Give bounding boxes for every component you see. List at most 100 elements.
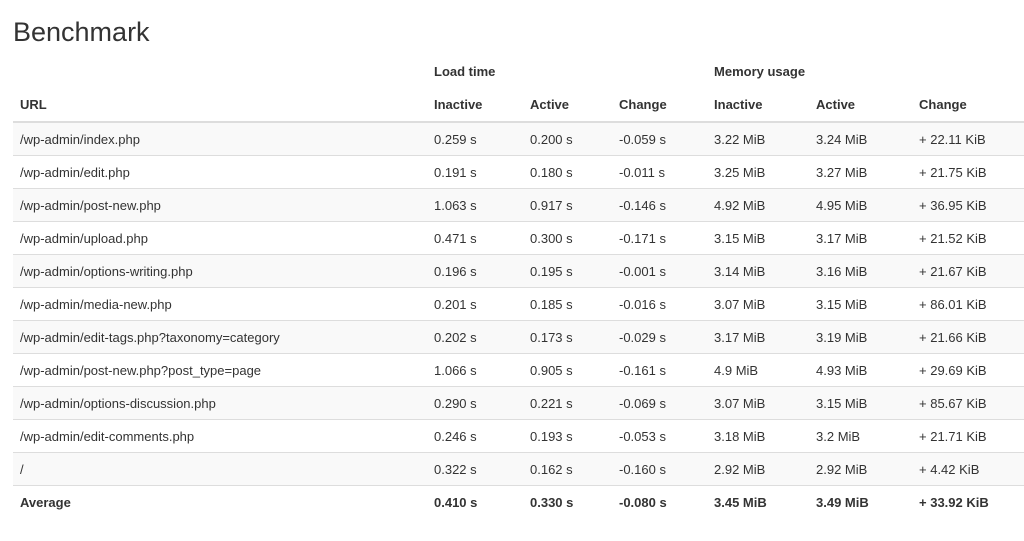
cell-mem-change: + 4.42 KiB xyxy=(912,452,1024,486)
cell-load-inactive: 0.290 s xyxy=(427,386,523,420)
cell-load-change: -0.001 s xyxy=(612,254,708,288)
cell-load-change: -0.053 s xyxy=(612,419,708,453)
cell-mem-change: + 29.69 KiB xyxy=(912,353,1024,387)
cell-mem-active: 3.17 MiB xyxy=(809,221,913,255)
cell-load-active: 0.162 s xyxy=(523,452,612,486)
cell-load-active: 0.195 s xyxy=(523,254,612,288)
cell-mem-active: 3.19 MiB xyxy=(809,320,913,354)
cell-mem-change: + 36.95 KiB xyxy=(912,188,1024,222)
cell-mem-inactive: 3.25 MiB xyxy=(707,155,810,189)
cell-load-active: 0.221 s xyxy=(523,386,612,420)
group-header-row: Load time Memory usage xyxy=(13,55,1024,88)
cell-mem-active: 3.15 MiB xyxy=(809,287,913,321)
cell-load-change: -0.171 s xyxy=(612,221,708,255)
cell-url: /wp-admin/edit-tags.php?taxonomy=categor… xyxy=(13,320,427,354)
cell-url: /wp-admin/index.php xyxy=(13,121,427,156)
average-row: Average 0.410 s 0.330 s -0.080 s 3.45 MiB 3.4… xyxy=(13,485,1024,518)
cell-load-change: -0.016 s xyxy=(612,287,708,321)
cell-mem-change: + 21.66 KiB xyxy=(912,320,1024,354)
cell-url: /wp-admin/post-new.php xyxy=(13,188,427,222)
cell-mem-change: + 22.11 KiB xyxy=(912,121,1024,156)
average-cell-url: Average xyxy=(13,485,427,518)
column-header-row: URL Inactive Active Change Inactive Acti… xyxy=(13,88,1024,123)
cell-mem-active: 3.24 MiB xyxy=(809,121,913,156)
cell-load-inactive: 0.196 s xyxy=(427,254,523,288)
group-header-load-time: Load time xyxy=(434,64,496,79)
cell-mem-active: 3.15 MiB xyxy=(809,386,913,420)
cell-mem-inactive: 3.07 MiB xyxy=(707,386,810,420)
cell-url: /wp-admin/upload.php xyxy=(13,221,427,255)
average-cell-mem-inactive: 3.45 MiB xyxy=(707,485,810,518)
benchmark-table: Load time Memory usage URL Inactive Acti… xyxy=(13,55,1024,518)
cell-load-active: 0.180 s xyxy=(523,155,612,189)
cell-url: /wp-admin/edit-comments.php xyxy=(13,419,427,453)
cell-load-active: 0.193 s xyxy=(523,419,612,453)
cell-load-active: 0.917 s xyxy=(523,188,612,222)
cell-load-change: -0.011 s xyxy=(612,155,708,189)
cell-load-active: 0.905 s xyxy=(523,353,612,387)
cell-load-change: -0.029 s xyxy=(612,320,708,354)
cell-mem-inactive: 3.07 MiB xyxy=(707,287,810,321)
cell-load-active: 0.300 s xyxy=(523,221,612,255)
cell-mem-inactive: 4.92 MiB xyxy=(707,188,810,222)
group-header-memory-usage: Memory usage xyxy=(714,64,806,79)
cell-load-inactive: 0.191 s xyxy=(427,155,523,189)
page-title: Benchmark xyxy=(13,17,150,47)
cell-mem-active: 4.95 MiB xyxy=(809,188,913,222)
table-row: /wp-admin/edit-tags.php?taxonomy=categor… xyxy=(13,320,1024,354)
cell-mem-active: 4.93 MiB xyxy=(809,353,913,387)
table-row: /wp-admin/post-new.php 1.063 s 0.917 s -0.1… xyxy=(13,188,1024,222)
cell-load-change: -0.160 s xyxy=(612,452,708,486)
cell-load-inactive: 0.471 s xyxy=(427,221,523,255)
cell-mem-inactive: 3.22 MiB xyxy=(707,121,810,156)
table-row: /wp-admin/post-new.php?post_type=page 1.0… xyxy=(13,353,1024,387)
table-row: /wp-admin/index.php 0.259 s 0.200 s -0.059 … xyxy=(13,121,1024,156)
cell-load-inactive: 1.066 s xyxy=(427,353,523,387)
column-header-mem-inactive: Inactive xyxy=(707,88,810,123)
table-row: /wp-admin/media-new.php 0.201 s 0.185 s -0.… xyxy=(13,287,1024,321)
table-row: /wp-admin/upload.php 0.471 s 0.300 s -0.171… xyxy=(13,221,1024,255)
cell-mem-change: + 85.67 KiB xyxy=(912,386,1024,420)
cell-load-change: -0.059 s xyxy=(612,121,708,156)
cell-load-inactive: 0.259 s xyxy=(427,121,523,156)
cell-url: /wp-admin/media-new.php xyxy=(13,287,427,321)
cell-mem-inactive: 3.14 MiB xyxy=(707,254,810,288)
cell-url: /wp-admin/options-discussion.php xyxy=(13,386,427,420)
cell-url: / xyxy=(13,452,427,486)
cell-url: /wp-admin/post-new.php?post_type=page xyxy=(13,353,427,387)
table-row: /wp-admin/options-writing.php 0.196 s 0.19… xyxy=(13,254,1024,288)
cell-load-active: 0.173 s xyxy=(523,320,612,354)
cell-load-change: -0.146 s xyxy=(612,188,708,222)
average-cell-load-active: 0.330 s xyxy=(523,485,612,518)
cell-mem-change: + 21.67 KiB xyxy=(912,254,1024,288)
cell-mem-active: 2.92 MiB xyxy=(809,452,913,486)
cell-load-active: 0.200 s xyxy=(523,121,612,156)
cell-mem-inactive: 3.17 MiB xyxy=(707,320,810,354)
group-header-empty xyxy=(13,55,427,88)
cell-load-inactive: 0.202 s xyxy=(427,320,523,354)
column-header-load-change: Change xyxy=(612,88,708,123)
cell-load-active: 0.185 s xyxy=(523,287,612,321)
table-row: /wp-admin/edit-comments.php 0.246 s 0.193 … xyxy=(13,419,1024,453)
average-cell-mem-change: + 33.92 KiB xyxy=(912,485,1024,518)
cell-mem-active: 3.16 MiB xyxy=(809,254,913,288)
cell-mem-active: 3.2 MiB xyxy=(809,419,913,453)
cell-load-inactive: 1.063 s xyxy=(427,188,523,222)
cell-mem-change: + 21.71 KiB xyxy=(912,419,1024,453)
cell-mem-change: + 21.52 KiB xyxy=(912,221,1024,255)
average-cell-mem-active: 3.49 MiB xyxy=(809,485,913,518)
column-header-load-active: Active xyxy=(523,88,612,123)
cell-url: /wp-admin/edit.php xyxy=(13,155,427,189)
cell-mem-inactive: 2.92 MiB xyxy=(707,452,810,486)
cell-mem-inactive: 3.15 MiB xyxy=(707,221,810,255)
table-row: /wp-admin/edit.php 0.191 s 0.180 s -0.011 s… xyxy=(13,155,1024,189)
table-body: /wp-admin/index.php 0.259 s 0.200 s -0.059 … xyxy=(13,121,1024,518)
table-row: /0.322 s 0.162 s -0.160 s 2.92 MiB 2.92 MiB +… xyxy=(13,452,1024,486)
column-header-load-inactive: Inactive xyxy=(427,88,523,123)
cell-mem-change: + 86.01 KiB xyxy=(912,287,1024,321)
cell-mem-active: 3.27 MiB xyxy=(809,155,913,189)
cell-load-inactive: 0.322 s xyxy=(427,452,523,486)
cell-url: /wp-admin/options-writing.php xyxy=(13,254,427,288)
cell-mem-inactive: 3.18 MiB xyxy=(707,419,810,453)
column-header-url: URL xyxy=(13,88,427,123)
